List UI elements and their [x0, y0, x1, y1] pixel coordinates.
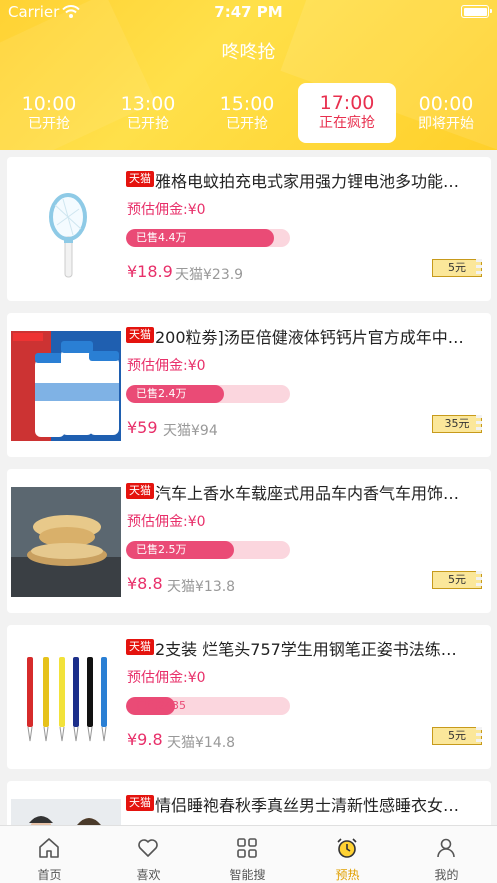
coupon-badge[interactable]: 5元 — [432, 259, 482, 277]
commission-text: 预估佣金:¥0 — [127, 670, 206, 686]
product-title: 情侣睡袍春秋季真丝男士清新性感睡衣女… — [155, 796, 460, 815]
coupon-badge[interactable]: 5元 — [432, 727, 482, 745]
bottom-tab-bar: 首页 喜欢 智能搜 预热 我的 — [0, 825, 497, 883]
tab-1000[interactable]: 10:00 已开抢 — [0, 84, 98, 142]
commission-text: 预估佣金:¥0 — [127, 358, 206, 374]
tab-1500[interactable]: 15:00 已开抢 — [198, 84, 296, 142]
tmall-badge: 天猫 — [126, 639, 154, 655]
coupon-badge[interactable]: 5元 — [432, 571, 482, 589]
tab-status: 正在疯抢 — [319, 115, 375, 131]
heart-icon — [138, 839, 158, 857]
tab-label: 预热 — [335, 868, 360, 882]
tmall-badge: 天猫 — [126, 483, 154, 499]
commission-text: 预估佣金:¥0 — [127, 514, 206, 530]
product-title: 200粒劵]汤臣倍健液体钙钙片官方成年中… — [155, 328, 464, 347]
tab-label: 智能搜 — [229, 868, 266, 882]
sold-count: 已售2.4万 — [136, 387, 187, 400]
tab-time: 13:00 — [120, 93, 176, 115]
tab-1700[interactable]: 17:00 正在疯抢 — [298, 83, 396, 143]
price: ¥8.8 — [127, 574, 163, 593]
tmall-badge: 天猫 — [126, 171, 154, 187]
header: Carrier 7:47 PM 咚咚抢 10:00 已开抢 13:00 已开抢 … — [0, 0, 497, 150]
original-price: 天猫¥14.8 — [167, 735, 236, 751]
tab-home[interactable]: 首页 — [0, 826, 99, 883]
tab-mine[interactable]: 我的 — [397, 826, 496, 883]
home-icon — [39, 838, 59, 858]
sold-count: 已售2.5万 — [136, 543, 187, 556]
tab-label: 喜欢 — [136, 868, 161, 882]
tab-label: 我的 — [434, 868, 459, 882]
sold-progress-bar: 已售2.4万 — [126, 385, 290, 403]
time-tabs: 10:00 已开抢 13:00 已开抢 15:00 已开抢 17:00 正在疯抢… — [0, 83, 497, 143]
tab-time: 00:00 — [418, 93, 474, 115]
product-card[interactable]: 天猫 200粒劵]汤臣倍健液体钙钙片官方成年中… 预估佣金:¥0 已售2.4万 … — [7, 313, 491, 457]
product-image-mosquito-swatter — [11, 175, 121, 285]
sold-count: 已售4.4万 — [136, 231, 187, 244]
status-time: 7:47 PM — [214, 3, 283, 21]
status-bar: Carrier 7:47 PM — [0, 0, 497, 24]
page-title: 咚咚抢 — [221, 42, 276, 63]
tab-status: 即将开始 — [418, 116, 474, 132]
tab-smart-search[interactable]: 智能搜 — [198, 826, 297, 883]
sold-progress-bar: 已售2435 — [126, 697, 290, 715]
product-card[interactable]: 天猫 雅格电蚊拍充电式家用强力锂电池多功能… 预估佣金:¥0 已售4.4万 ¥1… — [7, 157, 491, 301]
tab-0000[interactable]: 00:00 即将开始 — [397, 84, 495, 142]
tab-time: 17:00 — [319, 92, 375, 114]
grid-icon — [237, 838, 257, 858]
tab-status: 已开抢 — [226, 116, 268, 132]
tab-time: 10:00 — [21, 93, 77, 115]
tab-1300[interactable]: 13:00 已开抢 — [99, 84, 197, 142]
tab-status: 已开抢 — [127, 116, 169, 132]
price: ¥9.8 — [127, 730, 163, 749]
tab-preheat[interactable]: 预热 — [298, 826, 397, 883]
product-card[interactable]: 天猫 2支装 烂笔头757学生用钢笔正姿书法练… 预估佣金:¥0 已售2435 … — [7, 625, 491, 769]
original-price: 天猫¥13.8 — [167, 579, 236, 595]
tab-time: 15:00 — [219, 93, 275, 115]
price: ¥18.9 — [127, 262, 173, 281]
tab-favorites[interactable]: 喜欢 — [99, 826, 198, 883]
person-icon — [437, 838, 455, 858]
product-title: 雅格电蚊拍充电式家用强力锂电池多功能… — [155, 172, 460, 191]
tab-status: 已开抢 — [28, 116, 70, 132]
product-title: 2支装 烂笔头757学生用钢笔正姿书法练… — [155, 640, 457, 659]
product-image-calcium-bottles — [11, 331, 121, 441]
sold-count: 已售2435 — [136, 699, 186, 712]
tmall-badge: 天猫 — [126, 327, 154, 343]
battery-icon — [461, 5, 492, 18]
original-price: 天猫¥23.9 — [175, 267, 244, 283]
sold-progress-bar: 已售4.4万 — [126, 229, 290, 247]
coupon-badge[interactable]: 35元 — [432, 415, 482, 433]
commission-text: 预估佣金:¥0 — [127, 202, 206, 218]
tmall-badge: 天猫 — [126, 795, 154, 811]
product-card[interactable]: 天猫 汽车上香水车载座式用品车内香气车用饰… 预估佣金:¥0 已售2.5万 ¥8… — [7, 469, 491, 613]
product-image-fountain-pens — [11, 643, 121, 753]
price: ¥59 — [127, 418, 158, 437]
product-title: 汽车上香水车载座式用品车内香气车用饰… — [155, 484, 460, 503]
alarm-clock-icon — [337, 838, 357, 858]
sold-progress-bar: 已售2.5万 — [126, 541, 290, 559]
tab-label: 首页 — [37, 868, 62, 882]
product-image-car-perfume — [11, 487, 121, 597]
original-price: 天猫¥94 — [163, 423, 218, 439]
